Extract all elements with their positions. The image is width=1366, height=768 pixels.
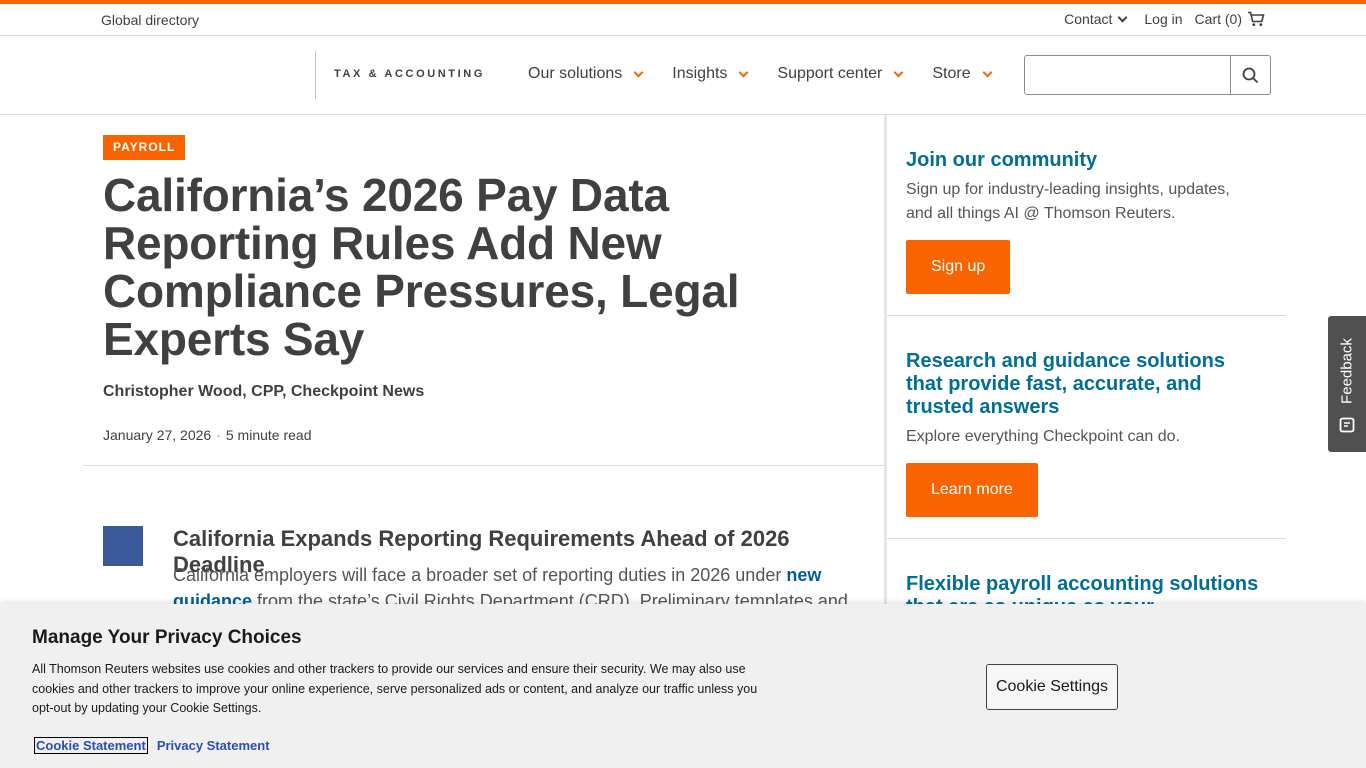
search-input[interactable] [1025, 56, 1230, 94]
search-box [1024, 55, 1271, 95]
main-nav: Our solutions Insights Support center St… [528, 65, 1021, 83]
feedback-label: Feedback [1338, 338, 1356, 404]
login-link[interactable]: Log in [1144, 11, 1182, 27]
contact-menu[interactable]: Contact [1064, 11, 1128, 27]
search-button[interactable] [1230, 56, 1270, 94]
article-date: January 27, 2026 [103, 427, 212, 443]
learn-more-button[interactable]: Learn more [906, 463, 1038, 517]
sidebar-divider [887, 315, 1286, 316]
chevron-down-icon [1117, 12, 1128, 22]
nav-support-center[interactable]: Support center [777, 65, 904, 83]
nav-insights[interactable]: Insights [672, 65, 749, 83]
article-headline: California’s 2026 Pay Data Reporting Rul… [103, 169, 740, 365]
sidebar-heading: Join our community [906, 149, 1098, 171]
category-tag[interactable]: PAYROLL [103, 135, 186, 160]
article-divider [83, 465, 884, 466]
sidebar-divider [887, 538, 1286, 539]
main-header: TAX & ACCOUNTING Our solutions Insights … [0, 36, 1366, 115]
research-block: Research and guidance solutions that pro… [906, 350, 1266, 517]
feedback-tab[interactable]: Feedback [1328, 316, 1366, 452]
chevron-down-icon [893, 67, 904, 77]
body-text: California employers will face a broader… [173, 565, 787, 585]
nav-label: Insights [672, 65, 728, 82]
utility-links: Contact Log in Cart (0) [1064, 11, 1265, 27]
cookie-text: All Thomson Reuters websites use cookies… [32, 662, 758, 715]
cookie-title: Manage Your Privacy Choices [32, 627, 302, 648]
global-directory-link[interactable]: Global directory [101, 12, 199, 28]
feedback-icon [1339, 417, 1355, 433]
sidebar-text: Explore everything Checkpoint can do. [906, 428, 1180, 445]
chevron-down-icon [738, 67, 749, 77]
nav-our-solutions[interactable]: Our solutions [528, 65, 644, 83]
cart-label: Cart (0) [1194, 11, 1242, 27]
nav-store[interactable]: Store [932, 65, 993, 83]
chevron-down-icon [982, 67, 993, 77]
meta-separator: · [216, 427, 221, 443]
header-divider [315, 51, 316, 99]
article-meta: January 27, 2026 · 5 minute read [103, 427, 311, 443]
cookie-banner: Manage Your Privacy Choices All Thomson … [0, 604, 1366, 768]
contact-label: Contact [1064, 11, 1113, 27]
cookie-links: Cookie Statement Privacy Statement [34, 737, 270, 754]
sign-up-button[interactable]: Sign up [906, 240, 1011, 294]
article-byline: Christopher Wood, CPP, Checkpoint News [103, 383, 425, 400]
utility-bar: Global directory Contact Log in Cart (0) [0, 4, 1366, 36]
sidebar-heading: Research and guidance solutions that pro… [906, 350, 1225, 418]
search-icon [1242, 67, 1259, 83]
sidebar-text: Sign up for industry-leading insights, u… [906, 181, 1230, 222]
nav-label: Our solutions [528, 65, 623, 82]
cart-icon [1248, 11, 1265, 26]
cart-link[interactable]: Cart (0) [1195, 11, 1265, 27]
nav-label: Support center [777, 65, 883, 82]
brand-label[interactable]: TAX & ACCOUNTING [334, 68, 485, 80]
nav-label: Store [932, 65, 971, 82]
join-community-block: Join our community Sign up for industry-… [906, 149, 1266, 294]
cookie-settings-button[interactable]: Cookie Settings [986, 664, 1118, 710]
privacy-statement-link[interactable]: Privacy Statement [157, 738, 270, 753]
section-thumbnail [103, 526, 143, 566]
chevron-down-icon [633, 67, 644, 77]
cookie-statement-link[interactable]: Cookie Statement [34, 737, 148, 754]
read-time: 5 minute read [225, 427, 312, 443]
